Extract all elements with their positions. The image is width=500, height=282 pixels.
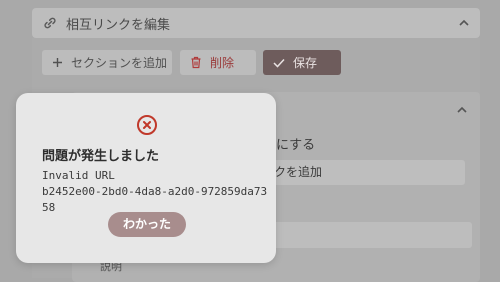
trash-icon [191,56,201,69]
save-button[interactable]: 保存 [263,50,341,75]
delete-button[interactable]: 削除 [180,50,256,75]
error-circle-icon [137,115,157,135]
error-dialog: 問題が発生しました Invalid URL b2452e00-2bd0-4da8… [16,93,276,263]
link-icon [44,17,56,29]
message-line-2: b2452e00-2bd0-4da8-a2d0-972859da7358 [42,185,268,214]
check-icon [273,58,285,68]
dialog-title: 問題が発生しました [42,149,160,164]
ok-button[interactable]: わかった [108,212,186,237]
save-label: 保存 [293,56,318,70]
add-section-button[interactable]: セクションを追加 [42,50,172,75]
plus-icon [53,58,62,67]
panel-title: 相互リンクを編集 [66,17,171,33]
message-line-1: Invalid URL [42,169,115,182]
delete-label: 削除 [210,56,235,70]
chevron-up-icon[interactable] [456,104,468,116]
text-input[interactable] [250,222,472,248]
panel-header[interactable]: 相互リンクを編集 [32,8,480,38]
chevron-up-icon[interactable] [458,17,470,29]
dialog-message: Invalid URL b2452e00-2bd0-4da8-a2d0-9728… [42,168,272,216]
add-section-label: セクションを追加 [71,56,168,70]
add-link-button[interactable]: ンクを追加 [250,160,465,185]
